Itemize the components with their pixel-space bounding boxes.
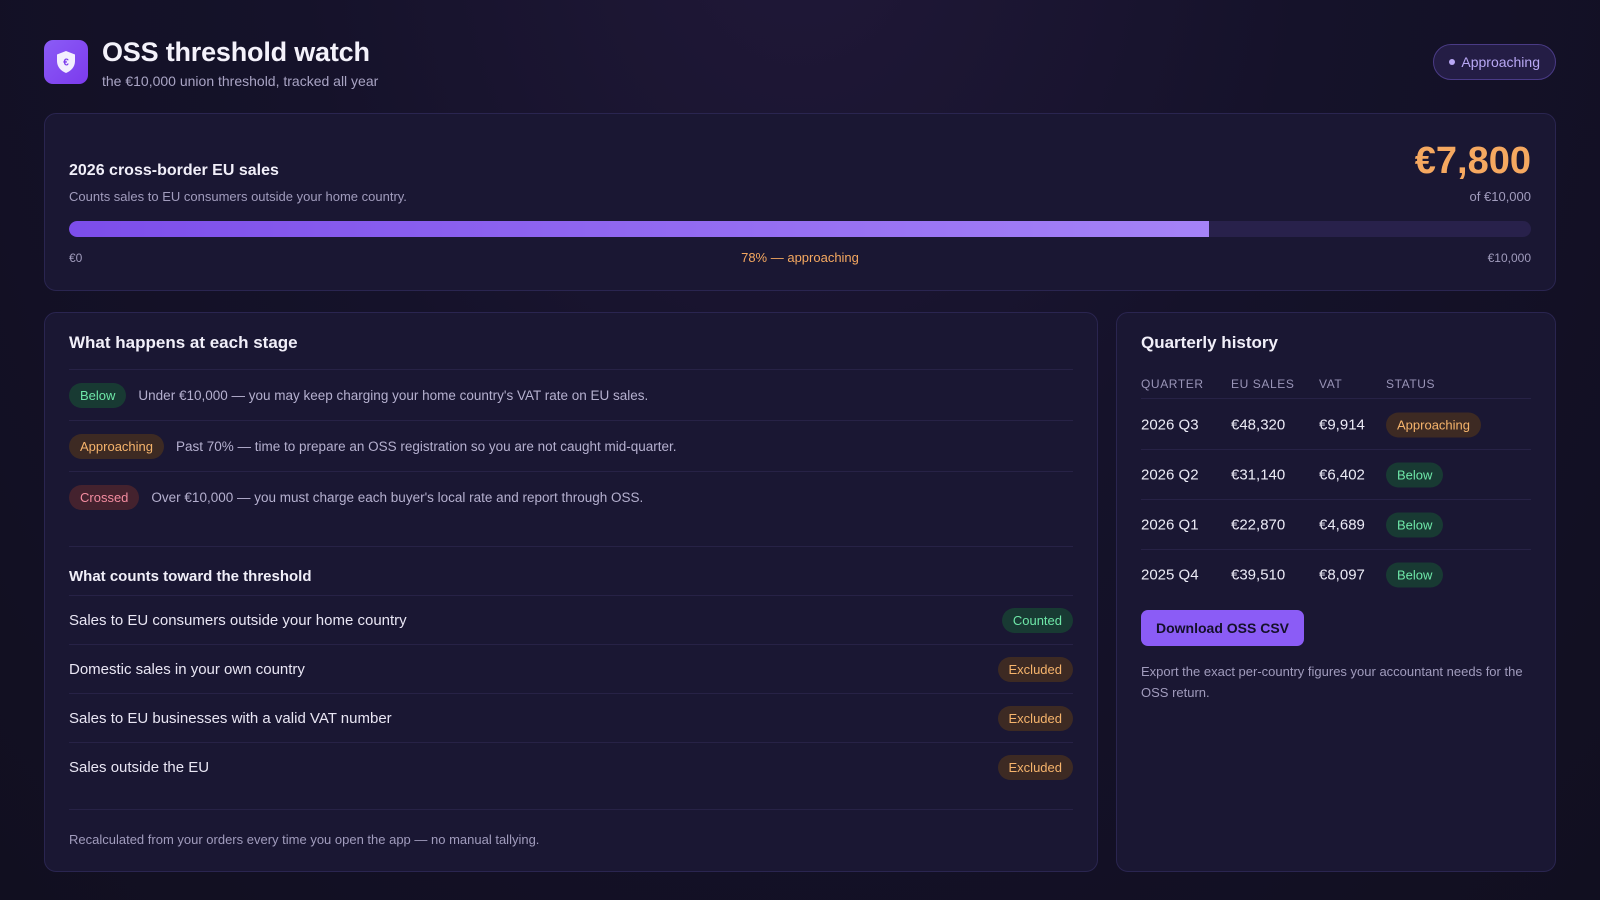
download-note: Export the exact per-country figures you… [1141,664,1523,700]
threshold-progress-bar [69,221,1531,237]
excluded-badge: Excluded [997,755,1073,780]
sales-summary-card: 2026 cross-border EU sales Counts sales … [44,113,1556,291]
divider [69,809,1073,810]
threshold-row: Sales to EU consumers outside your home … [69,595,1073,645]
svg-text:€: € [63,58,69,69]
summary-description: Counts sales to EU consumers outside you… [69,189,407,204]
status-label: Approaching [1461,54,1540,70]
progress-percent-label: 78% — approaching [741,250,859,265]
threshold-row-label: Sales to EU businesses with a valid VAT … [69,710,392,727]
excluded-badge: Excluded [997,706,1073,731]
shield-euro-icon: € [44,40,88,84]
history-title: Quarterly history [1141,333,1278,352]
stage-row-approaching: Approaching Past 70% — time to prepare a… [69,421,1073,471]
threshold-row: Domestic sales in your own country Exclu… [69,644,1073,694]
status-badge: Approaching [1433,44,1556,80]
page-subtitle: the €10,000 union threshold, tracked all… [102,73,379,89]
quarter-cell: 2026 Q2 [1141,466,1199,483]
excluded-badge: Excluded [997,657,1073,682]
page-title: OSS threshold watch [102,37,370,67]
threshold-row-label: Sales outside the EU [69,759,210,776]
counted-badge: Counted [1001,608,1073,633]
eu-sales-cell: €31,140 [1231,466,1286,483]
status-badge: Below [1386,512,1444,537]
quarter-cell: 2026 Q3 [1141,416,1199,433]
threshold-title: What counts toward the threshold [69,568,312,585]
status-badge: Below [1386,562,1444,588]
divider [69,546,1073,547]
progress-fill [69,221,1210,237]
table-row: 2026 Q3 €48,320 €9,914 Approaching [1141,400,1531,450]
vat-cell: €9,914 [1319,416,1365,433]
download-oss-csv-button[interactable]: Download OSS CSV [1141,610,1305,646]
vat-cell: €8,097 [1319,566,1365,584]
threshold-row-label: Domestic sales in your own country [69,661,305,678]
stages-card: What happens at each stage Below Under €… [44,312,1098,872]
summary-title: 2026 cross-border EU sales [69,162,279,179]
threshold-amount: of €10,000 [1469,189,1531,204]
threshold-row-label: Sales to EU consumers outside your home … [69,612,407,629]
column-header: EU SALES [1231,376,1295,391]
quarterly-history-card: Quarterly history QUARTER EU SALES VAT S… [1116,312,1556,872]
stage-badge-crossed: Crossed [69,484,140,510]
sales-amount: €7,800 [1414,140,1531,182]
status-dot-icon [1449,59,1456,65]
vat-cell: €4,689 [1319,516,1365,533]
stages-title: What happens at each stage [69,333,298,352]
progress-max-label: €10,000 [1487,251,1531,265]
vat-cell: €6,402 [1319,466,1365,483]
table-row: 2026 Q1 €22,870 €4,689 Below [1141,500,1531,550]
app-header: € OSS threshold watch the €10,000 union … [44,37,1556,90]
threshold-row: Sales outside the EU Excluded [69,742,1073,792]
stage-text: Under €10,000 — you may keep charging yo… [138,387,649,403]
eu-sales-cell: €39,510 [1231,566,1286,584]
stage-badge-approaching: Approaching [69,433,164,459]
stage-row-crossed: Crossed Over €10,000 — you must charge e… [69,472,1073,522]
quarter-cell: 2026 Q1 [1141,516,1199,533]
eu-sales-cell: €48,320 [1231,416,1286,433]
stage-text: Over €10,000 — you must charge each buye… [151,489,644,505]
eu-sales-cell: €22,870 [1231,516,1286,533]
status-badge: Below [1386,462,1444,487]
table-row: 2026 Q2 €31,140 €6,402 Below [1141,450,1531,500]
table-row: 2025 Q4 €39,510 €8,097 Below [1141,550,1531,600]
recalc-footnote: Recalculated from your orders every time… [69,832,540,847]
stage-text: Past 70% — time to prepare an OSS regist… [176,438,677,454]
history-table-header: QUARTER EU SALES VAT STATUS [1141,369,1531,399]
status-badge: Approaching [1386,412,1481,437]
quarter-cell: 2025 Q4 [1141,566,1199,584]
column-header: VAT [1319,376,1343,391]
threshold-row: Sales to EU businesses with a valid VAT … [69,693,1073,743]
stage-row-below: Below Under €10,000 — you may keep charg… [69,370,1073,420]
column-header: STATUS [1386,376,1436,391]
stage-badge-below: Below [69,382,127,408]
column-header: QUARTER [1141,376,1204,391]
